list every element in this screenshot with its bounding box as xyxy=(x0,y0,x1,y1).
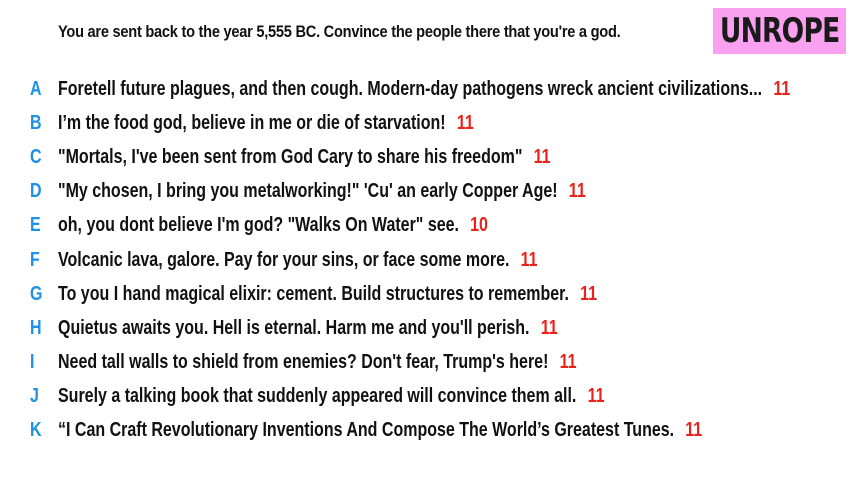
unrope-logo: UNROPE xyxy=(713,8,846,54)
answer-letter: H xyxy=(30,316,42,339)
answer-list: A Foretell future plagues, and then coug… xyxy=(0,72,853,448)
answer-score: 11 xyxy=(580,282,598,305)
answer-score: 11 xyxy=(456,111,474,134)
answer-item[interactable]: H Quietus awaits you. Hell is eternal. H… xyxy=(0,311,853,345)
answer-letter: A xyxy=(30,77,42,100)
answer-item[interactable]: I Need tall walls to shield from enemies… xyxy=(0,346,853,380)
answer-item[interactable]: J Surely a talking book that suddenly ap… xyxy=(0,380,853,414)
answer-item[interactable]: A Foretell future plagues, and then coug… xyxy=(0,72,853,106)
answer-score: 11 xyxy=(540,316,558,339)
answer-letter: B xyxy=(30,111,42,134)
logo-text: UNROPE xyxy=(719,11,840,51)
answer-letter: I xyxy=(30,351,35,374)
answer-letter: K xyxy=(30,419,42,442)
answer-score: 11 xyxy=(559,351,577,374)
answer-score: 11 xyxy=(773,77,791,100)
answer-letter: E xyxy=(30,214,41,237)
answer-letter: C xyxy=(30,145,42,168)
answer-text: "Mortals, I've been sent from God Cary t… xyxy=(58,145,523,168)
answer-item[interactable]: B I’m the food god, believe in me or die… xyxy=(0,106,853,140)
answer-text: I’m the food god, believe in me or die o… xyxy=(58,111,446,134)
answer-score: 11 xyxy=(587,385,605,408)
answer-text: "My chosen, I bring you metalworking!" '… xyxy=(58,180,558,203)
answer-text: Quietus awaits you. Hell is eternal. Har… xyxy=(58,316,530,339)
answer-letter: J xyxy=(30,385,39,408)
answer-score: 11 xyxy=(568,180,586,203)
answer-letter: G xyxy=(30,282,43,305)
answer-score: 11 xyxy=(685,419,703,442)
answer-score: 11 xyxy=(520,248,538,271)
answer-item[interactable]: K “I Can Craft Revolutionary Inventions … xyxy=(0,414,853,448)
answer-item[interactable]: G To you I hand magical elixir: cement. … xyxy=(0,277,853,311)
question-prompt: You are sent back to the year 5,555 BC. … xyxy=(58,22,621,41)
answer-item[interactable]: F Volcanic lava, galore. Pay for your si… xyxy=(0,243,853,277)
answer-score: 11 xyxy=(533,145,551,168)
answer-item[interactable]: C "Mortals, I've been sent from God Cary… xyxy=(0,140,853,174)
answer-text: Surely a talking book that suddenly appe… xyxy=(58,385,577,408)
answer-text: To you I hand magical elixir: cement. Bu… xyxy=(58,282,569,305)
answer-text: Foretell future plagues, and then cough.… xyxy=(58,77,763,100)
answer-letter: F xyxy=(30,248,40,271)
answer-score: 10 xyxy=(470,214,488,237)
answer-text: Need tall walls to shield from enemies? … xyxy=(58,351,549,374)
answer-item[interactable]: E oh, you dont believe I'm god? "Walks O… xyxy=(0,209,853,243)
answer-text: “I Can Craft Revolutionary Inventions An… xyxy=(58,419,675,442)
answer-text: oh, you dont believe I'm god? "Walks On … xyxy=(58,214,459,237)
answer-item[interactable]: D "My chosen, I bring you metalworking!"… xyxy=(0,175,853,209)
answer-text: Volcanic lava, galore. Pay for your sins… xyxy=(58,248,510,271)
answer-letter: D xyxy=(30,180,42,203)
